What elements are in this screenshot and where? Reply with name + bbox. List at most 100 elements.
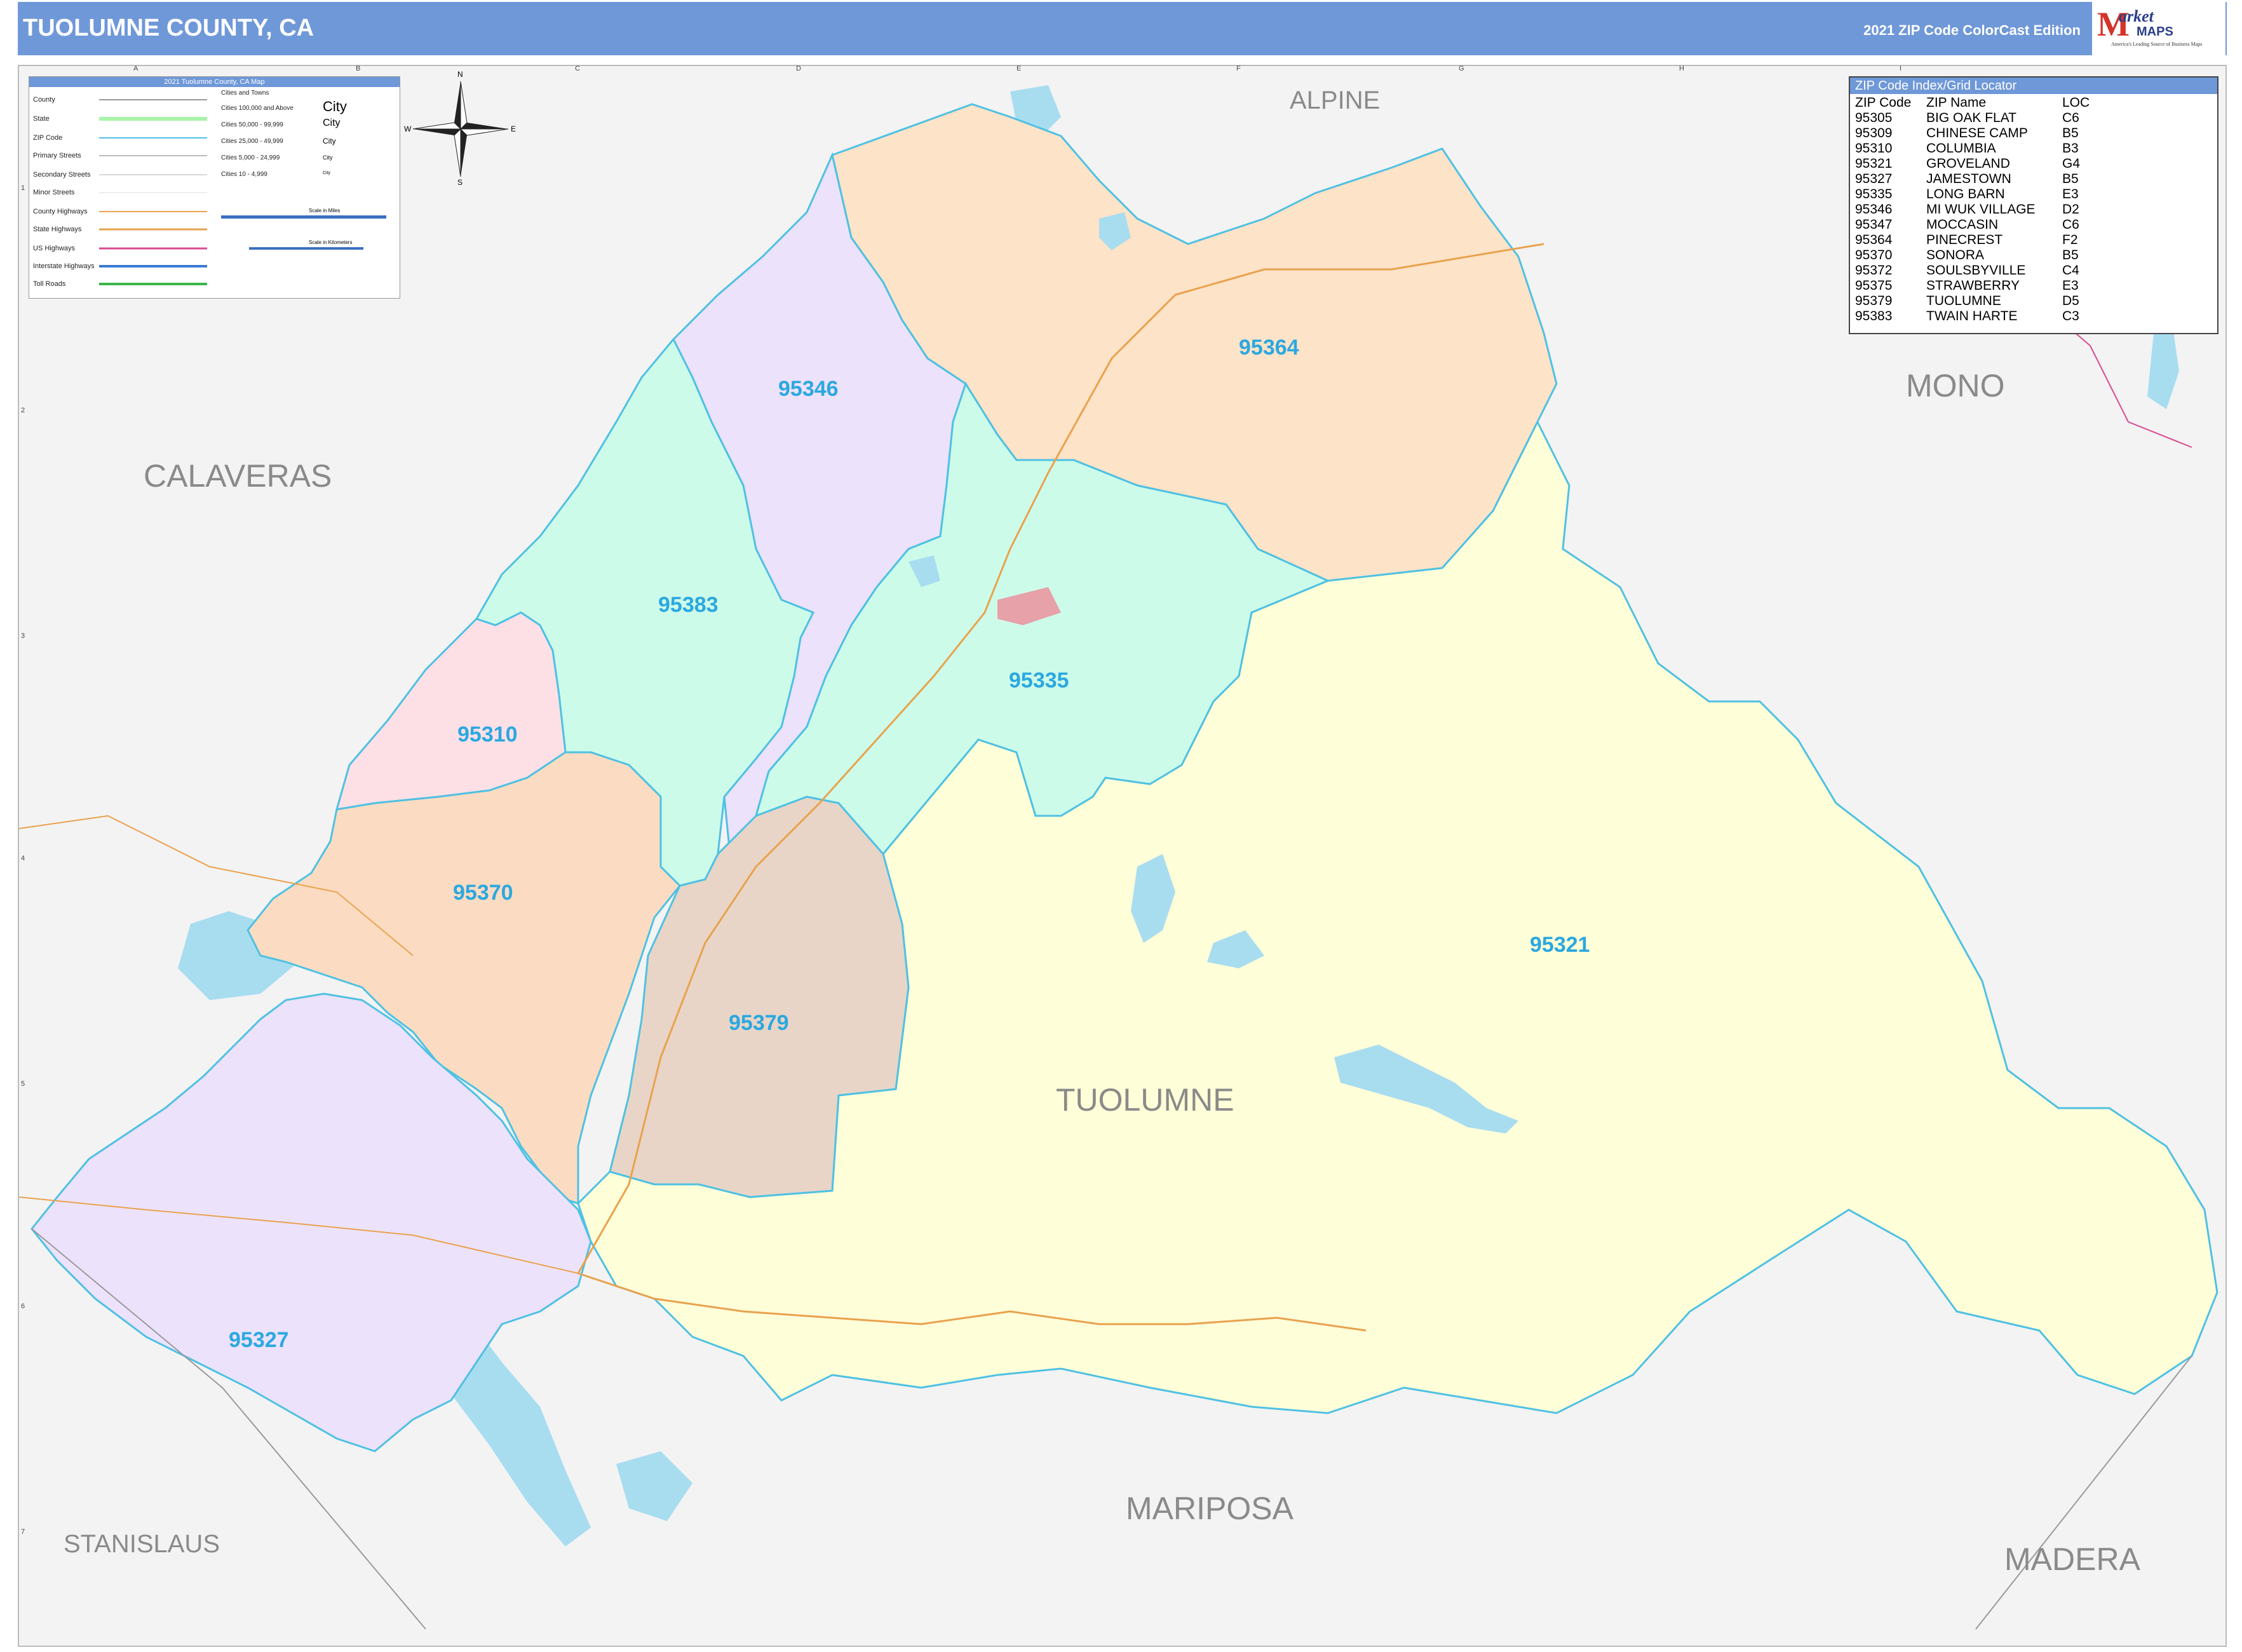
zip-label-95370: 95370 xyxy=(453,881,513,905)
legend-city-class-4: Cities 5,000 - 24,999 xyxy=(221,154,280,161)
table-row: 95375 STRAWBERRY E3 xyxy=(1853,278,2092,294)
compass-n: N xyxy=(457,70,463,79)
table-row: 95335 LONG BARN E3 xyxy=(1853,187,2092,202)
table-row: 95364 PINECREST F2 xyxy=(1853,233,2092,248)
grid-row-7: 7 xyxy=(21,1528,25,1536)
county-label-madera: MADERA xyxy=(2004,1541,2140,1577)
zip-name-cell: LONG BARN xyxy=(1926,187,2005,201)
compass-rose: N S E W xyxy=(404,70,517,187)
grid-col-g: G xyxy=(1459,65,1464,72)
zip-loc-cell: C6 xyxy=(2062,217,2079,232)
market-maps-logo: M arket MAPS America's Leading Source of… xyxy=(2091,2,2225,55)
zip-loc-cell: B5 xyxy=(2062,172,2079,186)
legend-state: State xyxy=(33,115,50,123)
legend-city-class-3: Cities 25,000 - 49,999 xyxy=(221,138,283,145)
grid-row-4: 4 xyxy=(21,855,25,862)
legend-city-class-2: Cities 50,000 - 99,999 xyxy=(221,121,283,128)
zip-code-cell: 95346 xyxy=(1855,202,1893,217)
grid-col-a: A xyxy=(133,65,138,72)
legend-interstate: Interstate Highways xyxy=(33,262,95,270)
zip-name-cell: TWAIN HARTE xyxy=(1926,309,2018,323)
zip-name-cell: SONORA xyxy=(1926,248,1985,262)
zip-label-95321: 95321 xyxy=(1530,933,1590,957)
zip-name-cell: STRAWBERRY xyxy=(1926,278,2020,293)
compass-e: E xyxy=(511,125,517,133)
zip-code-cell: 95375 xyxy=(1855,278,1893,293)
zip-name-cell: MI WUK VILLAGE xyxy=(1926,202,2036,217)
county-line xyxy=(1975,1355,2192,1630)
zip-index-header-row: ZIP Code ZIP Name LOC xyxy=(1853,95,2092,111)
compass-icon xyxy=(412,81,509,177)
zip-name-cell: SOULSBYVILLE xyxy=(1926,263,2026,278)
zip-loc-cell: E3 xyxy=(2062,187,2079,201)
legend-city-sample-1: City xyxy=(323,98,347,114)
zip-name-cell: JAMESTOWN xyxy=(1926,172,2011,186)
zip-name-cell: TUOLUMNE xyxy=(1926,294,2001,308)
legend-city-sample-2: City xyxy=(323,118,341,128)
grid-row-5: 5 xyxy=(21,1080,25,1088)
table-row: 95321 GROVELAND G4 xyxy=(1853,156,2092,172)
table-row: 95327 JAMESTOWN B5 xyxy=(1853,172,2092,187)
zip-code-cell: 95305 xyxy=(1855,111,1893,125)
zip-index-title: ZIP Code Index/Grid Locator xyxy=(1850,78,2217,94)
map-legend: 2021 Tuolumne County, CA Map County Stat… xyxy=(29,76,400,299)
legend-county-hwy: County Highways xyxy=(33,208,88,215)
county-label-calaveras: CALAVERAS xyxy=(144,458,332,494)
zip-index-panel: ZIP Code Index/Grid Locator ZIP Code ZIP… xyxy=(1849,76,2218,334)
table-row: 95383 TWAIN HARTE C3 xyxy=(1853,309,2092,324)
zip-code-cell: 95372 xyxy=(1855,263,1893,278)
grid-row-1: 1 xyxy=(21,184,25,192)
zip-label-95310: 95310 xyxy=(457,722,518,747)
logo-brand2: MAPS xyxy=(2137,25,2173,39)
table-row: 95379 TUOLUMNE D5 xyxy=(1853,294,2092,309)
legend-scale-km: Scale in Kilometers xyxy=(309,240,353,245)
legend-title: 2021 Tuolumne County, CA Map xyxy=(29,77,400,87)
zip-name-cell: GROVELAND xyxy=(1926,156,2010,171)
zip-index-col: ZIP Name xyxy=(1926,95,1987,110)
title-bar: TUOLUMNE COUNTY, CA 2021 ZIP Code ColorC… xyxy=(18,2,2227,55)
zip-index-col: ZIP Code xyxy=(1855,95,1912,110)
zip-label-95364: 95364 xyxy=(1239,335,1299,360)
table-row: 95305 BIG OAK FLAT C6 xyxy=(1853,111,2092,126)
table-row: 95347 MOCCASIN C6 xyxy=(1853,217,2092,233)
grid-col-f: F xyxy=(1236,65,1241,72)
grid-col-i: I xyxy=(1900,65,1902,72)
water-body xyxy=(2147,327,2179,409)
grid-row-6: 6 xyxy=(21,1303,25,1310)
county-label-stanislaus: STANISLAUS xyxy=(64,1530,220,1558)
legend-primary: Primary Streets xyxy=(33,152,81,159)
legend-minor: Minor Streets xyxy=(33,189,75,196)
legend-cities-header: Cities and Towns xyxy=(221,90,269,97)
legend-city-sample-3: City xyxy=(323,137,336,146)
zip-loc-cell: B3 xyxy=(2062,141,2079,156)
zip-code-cell: 95309 xyxy=(1855,126,1893,140)
table-row: 95310 COLUMBIA B3 xyxy=(1853,141,2092,156)
legend-city-class-1: Cities 100,000 and Above xyxy=(221,105,294,112)
table-row: 95346 MI WUK VILLAGE D2 xyxy=(1853,202,2092,217)
zip-code-cell: 95347 xyxy=(1855,217,1893,232)
zip-label-95346: 95346 xyxy=(778,377,839,401)
zip-loc-cell: E3 xyxy=(2062,278,2079,293)
zip-name-cell: PINECREST xyxy=(1926,233,2003,247)
zip-loc-cell: C4 xyxy=(2062,263,2079,278)
scale-bar-km xyxy=(249,247,363,250)
zip-loc-cell: F2 xyxy=(2062,233,2078,247)
county-label-mono: MONO xyxy=(1906,368,2005,403)
legend-city-class-5: Cities 10 - 4,999 xyxy=(221,171,267,178)
zip-code-cell: 95327 xyxy=(1855,172,1893,186)
legend-zip: ZIP Code xyxy=(33,134,63,142)
zip-loc-cell: G4 xyxy=(2062,156,2081,171)
legend-secondary: Secondary Streets xyxy=(33,171,91,179)
water-body xyxy=(616,1451,692,1521)
county-label-tuolumne: TUOLUMNE xyxy=(1056,1082,1234,1118)
grid-col-c: C xyxy=(575,65,580,72)
zip-loc-cell: D2 xyxy=(2062,202,2079,217)
edition-label: 2021 ZIP Code ColorCast Edition xyxy=(1863,22,2081,38)
zip-index-table: ZIP Code ZIP Name LOC 95305 BIG OAK FLAT C… xyxy=(1853,95,2092,324)
grid-col-b: B xyxy=(356,65,361,72)
legend-symbols xyxy=(99,99,207,285)
legend-state-hwy: State Highways xyxy=(33,226,82,233)
zip-label-95327: 95327 xyxy=(229,1328,289,1352)
zip-code-cell: 95335 xyxy=(1855,187,1893,201)
grid-row-3: 3 xyxy=(21,632,25,640)
